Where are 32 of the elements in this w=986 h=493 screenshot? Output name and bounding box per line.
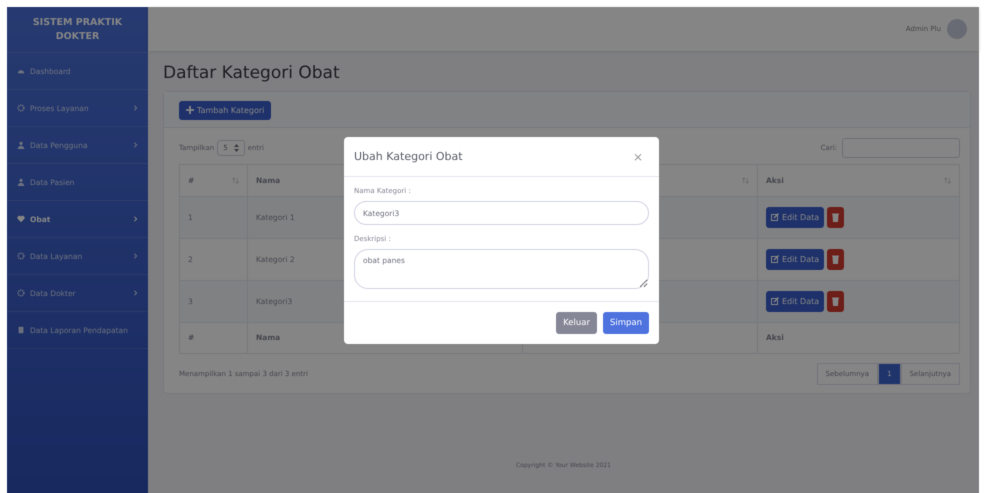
trash-icon [832,254,840,264]
gear-icon [17,289,25,297]
edit-icon [771,213,779,221]
user-icon [17,178,25,186]
gear-icon [17,252,25,260]
delete-button[interactable] [827,248,844,270]
gauge-icon [17,67,25,75]
sort-icon [232,176,239,184]
edit-button[interactable]: Edit Data [766,290,824,312]
sort-icon [742,176,749,184]
dialog-title: Ubah Kategori Obat [354,150,463,163]
document-icon [17,326,25,334]
close-button[interactable]: × [626,148,649,164]
save-button[interactable]: Simpan [602,312,649,334]
gear-icon [17,104,25,112]
page-title: Daftar Kategori Obat [163,63,341,83]
sort-icon [944,176,951,184]
heart-icon [17,215,25,223]
search-field[interactable] [842,138,960,158]
exit-button[interactable]: Keluar [556,312,597,334]
trash-icon [832,296,840,306]
up-down-caret-icon [234,144,239,152]
edit-button[interactable]: Edit Data [766,248,824,270]
delete-button[interactable] [827,290,844,312]
edit-icon [771,255,779,263]
user-icon [17,141,25,149]
edit-button[interactable]: Edit Data [766,206,824,228]
trash-icon [832,212,840,222]
edit-icon [771,297,779,305]
delete-button[interactable] [827,206,844,228]
plus-icon [186,106,194,114]
add-category-button[interactable]: Tambah Kategori [179,100,272,120]
